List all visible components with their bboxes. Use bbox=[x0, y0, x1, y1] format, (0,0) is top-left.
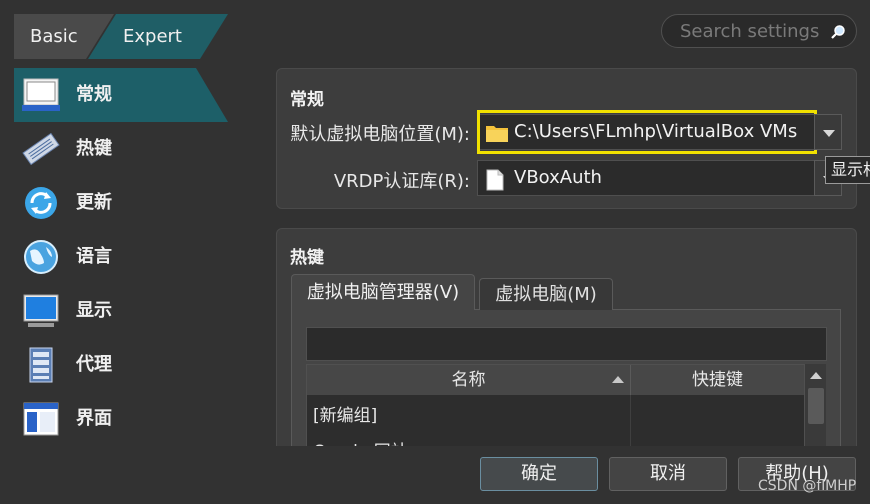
folder-dropdown-button[interactable] bbox=[814, 114, 842, 150]
table-scrollbar[interactable] bbox=[804, 364, 826, 454]
sidebar-item-label: 更新 bbox=[76, 192, 112, 213]
general-icon bbox=[22, 78, 60, 111]
mode-tabs: Basic Expert bbox=[14, 14, 228, 59]
folder-highlight-box bbox=[477, 110, 817, 154]
sidebar-item-update[interactable]: 更新 bbox=[14, 176, 244, 230]
general-title: 常规 bbox=[290, 90, 324, 110]
sidebar-item-display[interactable]: 显示 bbox=[14, 284, 244, 338]
vrdp-label: VRDP认证库(R): bbox=[333, 171, 470, 192]
update-icon bbox=[25, 187, 57, 219]
search-icon[interactable] bbox=[830, 24, 846, 40]
sidebar-item-label: 界面 bbox=[76, 408, 112, 429]
sort-asc-icon bbox=[612, 376, 624, 383]
expert-mode-tab[interactable]: Expert bbox=[123, 14, 182, 59]
vrdp-value: VBoxAuth bbox=[514, 167, 602, 188]
sidebar-item-label: 常规 bbox=[76, 84, 112, 105]
table-row[interactable]: [新编组] bbox=[313, 401, 377, 426]
cancel-button[interactable]: 取消 bbox=[609, 457, 727, 491]
hotkey-filter-input[interactable] bbox=[306, 327, 827, 361]
column-shortcut-label: 快捷键 bbox=[692, 370, 743, 390]
sidebar-item-proxy[interactable]: 代理 bbox=[14, 338, 244, 392]
ok-button[interactable]: 确定 bbox=[480, 457, 598, 491]
basic-mode-tab[interactable]: Basic bbox=[30, 14, 78, 59]
sidebar-item-interface[interactable]: 界面 bbox=[14, 392, 244, 446]
interface-icon bbox=[23, 402, 59, 436]
column-shortcut-header[interactable]: 快捷键 bbox=[631, 365, 805, 395]
tooltip: 显示相 bbox=[825, 156, 870, 184]
language-globe-icon bbox=[24, 240, 58, 274]
proxy-icon bbox=[29, 347, 53, 383]
scroll-thumb[interactable] bbox=[808, 388, 824, 424]
column-name-label: 名称 bbox=[451, 370, 486, 390]
sidebar-item-label: 显示 bbox=[76, 300, 112, 321]
tab-vm[interactable]: 虚拟电脑(M) bbox=[479, 278, 613, 310]
sidebar-item-label: 语言 bbox=[76, 246, 112, 267]
hotkeys-title: 热键 bbox=[290, 248, 324, 268]
vrdp-combo[interactable]: VBoxAuth bbox=[477, 160, 815, 196]
display-icon bbox=[23, 294, 59, 327]
sidebar-item-label: 代理 bbox=[76, 354, 112, 375]
search-field[interactable]: Search settings bbox=[661, 14, 857, 48]
watermark: CSDN @flMHP bbox=[758, 478, 857, 494]
scroll-up-icon[interactable] bbox=[810, 372, 822, 379]
default-folder-label: 默认虚拟电脑位置(M): bbox=[290, 124, 470, 145]
column-name-header[interactable]: 名称 bbox=[307, 365, 631, 395]
hotkeys-table: 名称 快捷键 [新编组] Oracle 网站 bbox=[306, 364, 826, 454]
sidebar-item-language[interactable]: 语言 bbox=[14, 230, 244, 284]
keyboard-icon bbox=[22, 132, 60, 166]
sidebar-item-label: 热键 bbox=[76, 138, 112, 159]
sidebar-item-general[interactable]: 常规 bbox=[14, 68, 244, 122]
file-icon bbox=[486, 169, 504, 191]
tab-vm-manager[interactable]: 虚拟电脑管理器(V) bbox=[291, 274, 475, 310]
search-placeholder: Search settings bbox=[680, 21, 820, 42]
settings-sidebar: 常规 热键 更新 语言 显示 代理 界面 bbox=[14, 68, 244, 446]
sidebar-item-hotkeys[interactable]: 热键 bbox=[14, 122, 244, 176]
